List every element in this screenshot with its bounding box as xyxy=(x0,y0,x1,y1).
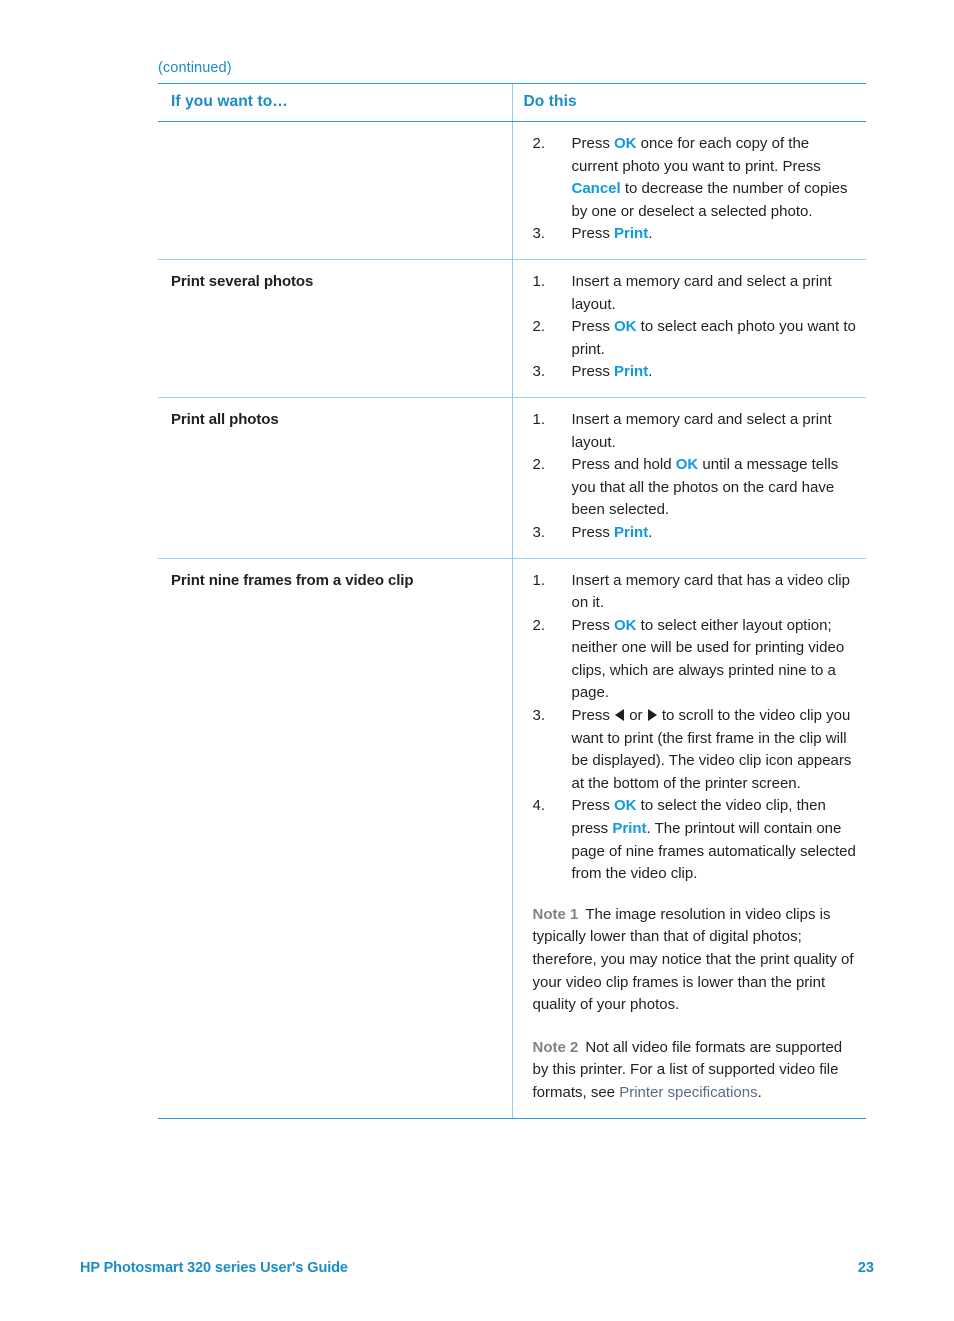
step-text: Press Print. xyxy=(571,225,653,243)
row-instructions-cell: 1. Insert a memory card and select a prin… xyxy=(511,259,866,398)
step-item: 1. Insert a memory card and select a prin… xyxy=(524,409,859,454)
step-text: Press Print. xyxy=(571,523,653,541)
steps-list: 1. Insert a memory card and select a prin… xyxy=(524,409,859,545)
note-text: Not all video file formats are supported… xyxy=(532,1038,843,1101)
button-name-ok: OK xyxy=(614,797,637,815)
step-text: Press OK to select the video clip, then … xyxy=(571,797,856,883)
continued-label: (continued) xyxy=(158,60,232,76)
step-number: 2. xyxy=(532,135,546,152)
table-row: Print nine frames from a video clip 1. Ins… xyxy=(158,558,866,1119)
instructions-table: If you want to… Do this 2. Press OK once … xyxy=(158,83,866,1119)
button-name-print: Print xyxy=(614,225,649,243)
steps-list: 1. Insert a memory card that has a video … xyxy=(524,570,859,886)
button-name-ok: OK xyxy=(614,318,637,336)
step-item: 4. Press OK to select the video clip, the… xyxy=(524,795,859,885)
button-name-ok: OK xyxy=(614,135,637,152)
steps-list: 1. Insert a memory card and select a prin… xyxy=(524,271,859,384)
note-block: Note 1 The image resolution in video clip… xyxy=(524,904,859,1017)
footer-document-title: HP Photosmart 320 series User's Guide xyxy=(80,1260,348,1276)
row-task-cell xyxy=(158,121,512,260)
column-header-label: Do this xyxy=(523,93,577,110)
step-item: 2. Press OK once for each copy of the cur… xyxy=(524,133,859,223)
step-number: 1. xyxy=(532,272,546,290)
row-task-cell: Print all photos xyxy=(158,397,512,559)
table-row: Print all photos 1. Insert a memory card a… xyxy=(158,397,866,559)
step-item: 1. Insert a memory card and select a prin… xyxy=(524,271,859,316)
step-number: 2. xyxy=(532,318,546,336)
column-header-if-you-want-to: If you want to… xyxy=(158,83,512,122)
note-text: The image resolution in video clips is t… xyxy=(532,905,854,1014)
row-instructions-cell: 2. Press OK once for each copy of the cur… xyxy=(511,121,866,260)
step-number: 3. xyxy=(532,363,546,381)
row-task-cell: Print nine frames from a video clip xyxy=(158,558,512,1119)
footer-page-number: 23 xyxy=(857,1260,874,1276)
table-row: Print several photos 1. Insert a memory ca… xyxy=(158,259,866,398)
step-number: 1. xyxy=(532,410,546,428)
step-item: 2. Press OK to select each photo you want… xyxy=(524,316,859,361)
step-item: 2. Press and hold OK until a message tell… xyxy=(524,454,859,522)
step-text: Press and hold OK until a message tells … xyxy=(571,456,839,519)
step-text: Press OK to select either layout option;… xyxy=(571,616,845,702)
note-label: Note 2 xyxy=(532,1038,579,1056)
step-item: 2. Press OK to select either layout optio… xyxy=(524,615,859,705)
step-item: 1. Insert a memory card that has a video … xyxy=(524,570,859,615)
row-task-title: Print several photos xyxy=(171,272,314,290)
button-name-print: Print xyxy=(612,820,647,838)
note-block: Note 2 Not all video file formats are sup… xyxy=(524,1037,859,1105)
step-number: 2. xyxy=(532,616,546,634)
row-instructions-cell: 1. Insert a memory card and select a prin… xyxy=(511,397,866,559)
step-number: 4. xyxy=(532,797,546,815)
step-text: Insert a memory card and select a print … xyxy=(571,272,832,313)
button-name-ok: OK xyxy=(614,616,637,634)
arrow-right-icon xyxy=(647,709,657,722)
button-name-print: Print xyxy=(614,363,649,381)
row-instructions-cell: 1. Insert a memory card that has a video … xyxy=(511,558,866,1119)
step-text: Press OK to select each photo you want t… xyxy=(571,318,856,358)
column-header-label: If you want to… xyxy=(171,93,288,110)
button-name-ok: OK xyxy=(675,456,699,474)
step-item: 3. Press Print. xyxy=(524,223,859,246)
note-label: Note 1 xyxy=(532,905,579,923)
step-item: 3. Press Print. xyxy=(524,361,859,384)
row-task-title: Print all photos xyxy=(171,410,279,428)
step-text: Press Print. xyxy=(571,363,653,381)
table-row: 2. Press OK once for each copy of the cur… xyxy=(158,121,866,260)
step-number: 3. xyxy=(532,225,546,243)
column-header-do-this: Do this xyxy=(511,83,866,122)
step-number: 2. xyxy=(532,456,546,474)
step-item: 3. Press or to scroll to the video clip y… xyxy=(524,705,859,795)
step-item: 3. Press Print. xyxy=(524,522,859,545)
step-text: Insert a memory card that has a video cl… xyxy=(571,571,850,612)
button-name-cancel: Cancel xyxy=(571,180,621,198)
step-number: 3. xyxy=(532,523,546,541)
document-page: (continued) If you want to… Do this 2. Pr… xyxy=(0,0,954,1321)
step-text: Press OK once for each copy of the curre… xyxy=(571,135,848,220)
table-body: 2. Press OK once for each copy of the cur… xyxy=(158,121,866,1119)
step-text: Press or to scroll to the video clip you… xyxy=(571,707,852,792)
steps-list: 2. Press OK once for each copy of the cur… xyxy=(524,133,859,246)
step-number: 3. xyxy=(532,707,546,725)
step-text: Insert a memory card and select a print … xyxy=(571,410,832,451)
arrow-left-icon xyxy=(615,709,625,722)
row-task-cell: Print several photos xyxy=(158,259,512,398)
step-number: 1. xyxy=(532,571,546,589)
cross-reference-link[interactable]: Printer specifications xyxy=(619,1084,757,1101)
button-name-print: Print xyxy=(614,523,649,541)
table-header-row: If you want to… Do this xyxy=(158,83,866,122)
row-task-title: Print nine frames from a video clip xyxy=(171,571,414,589)
